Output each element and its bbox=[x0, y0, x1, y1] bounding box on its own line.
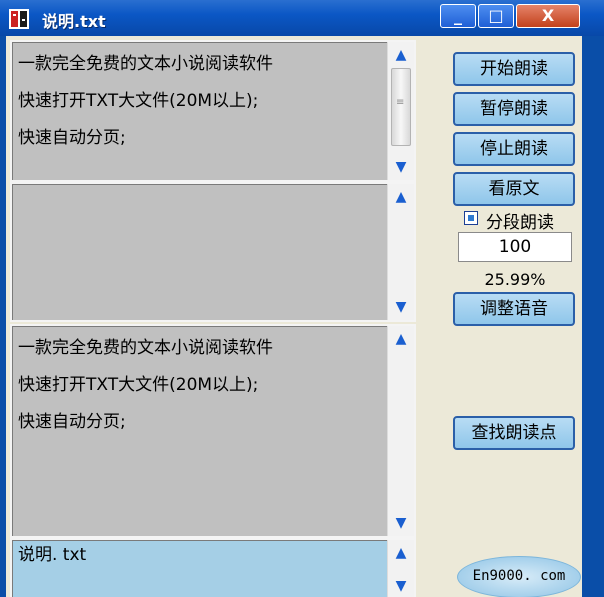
pane-3-scrollbar[interactable]: ▲ ▼ bbox=[387, 326, 414, 536]
find-reading-point-button[interactable]: 查找朗读点 bbox=[453, 416, 575, 450]
grip-icon: ≡ bbox=[396, 97, 405, 108]
pane-line: 快速自动分页; bbox=[18, 128, 126, 148]
pane-line: 快速打开TXT大文件(20M以上); bbox=[18, 91, 259, 111]
text-pane-1[interactable]: 一款完全免费的文本小说阅读软件 快速打开TXT大文件(20M以上); 快速自动分… bbox=[10, 40, 416, 182]
segment-read-label: 分段朗读 bbox=[486, 213, 554, 233]
pause-reading-button[interactable]: 暂停朗读 bbox=[453, 92, 575, 126]
check-mark-icon bbox=[468, 215, 474, 221]
pane-3-text: 一款完全免费的文本小说阅读软件 快速打开TXT大文件(20M以上); 快速自动分… bbox=[18, 330, 384, 441]
pane-1-text: 一款完全免费的文本小说阅读软件 快速打开TXT大文件(20M以上); 快速自动分… bbox=[18, 46, 384, 157]
adjust-voice-button[interactable]: 调整语音 bbox=[453, 292, 575, 326]
scroll-down-icon[interactable]: ▼ bbox=[388, 575, 414, 597]
pane-line: 一款完全免费的文本小说阅读软件 bbox=[18, 54, 273, 74]
title-bar[interactable]: 说明.txt _ □ X bbox=[0, 0, 604, 36]
scroll-down-icon[interactable]: ▼ bbox=[388, 156, 414, 178]
progress-percent: 25.99% bbox=[484, 270, 546, 289]
stop-reading-button[interactable]: 停止朗读 bbox=[453, 132, 575, 166]
pane-line: 快速打开TXT大文件(20M以上); bbox=[18, 375, 259, 395]
start-reading-button[interactable]: 开始朗读 bbox=[453, 52, 575, 86]
file-list-text: 说明. txt bbox=[18, 542, 384, 568]
text-pane-2[interactable]: ▲ ▼ bbox=[10, 182, 416, 322]
client-area: 一款完全免费的文本小说阅读软件 快速打开TXT大文件(20M以上); 快速自动分… bbox=[6, 36, 582, 597]
pane-line: 一款完全免费的文本小说阅读软件 bbox=[18, 338, 273, 358]
scroll-down-icon[interactable]: ▼ bbox=[388, 512, 414, 534]
scroll-up-icon[interactable]: ▲ bbox=[388, 44, 414, 66]
file-list-scrollbar[interactable]: ▲ ▼ bbox=[387, 540, 414, 597]
site-logo: En9000. com bbox=[457, 556, 581, 597]
main-window: 说明.txt _ □ X 一款完全免费的文本小说阅读软件 快速打开TXT大文件(… bbox=[0, 0, 604, 597]
scroll-up-icon[interactable]: ▲ bbox=[388, 186, 414, 208]
close-icon: X bbox=[541, 6, 555, 25]
pane-line: 快速自动分页; bbox=[18, 412, 126, 432]
close-button[interactable]: X bbox=[516, 4, 580, 28]
minimize-button[interactable]: _ bbox=[440, 4, 476, 28]
file-list-pane[interactable]: 说明. txt ▲ ▼ bbox=[10, 538, 416, 597]
view-original-button[interactable]: 看原文 bbox=[453, 172, 575, 206]
pane-2-scrollbar[interactable]: ▲ ▼ bbox=[387, 184, 414, 320]
scroll-thumb[interactable]: ≡ bbox=[391, 68, 411, 146]
window-title: 说明.txt bbox=[42, 12, 106, 31]
segment-count-input[interactable]: 100 bbox=[458, 232, 572, 262]
maximize-icon: □ bbox=[488, 6, 504, 25]
scroll-down-icon[interactable]: ▼ bbox=[388, 296, 414, 318]
minimize-icon: _ bbox=[454, 6, 462, 25]
scroll-up-icon[interactable]: ▲ bbox=[388, 328, 414, 350]
segment-read-checkbox[interactable] bbox=[464, 211, 478, 225]
app-icon bbox=[9, 9, 29, 29]
scroll-up-icon[interactable]: ▲ bbox=[388, 542, 414, 564]
pane-1-scrollbar[interactable]: ▲ ≡ ▼ bbox=[387, 42, 414, 180]
maximize-button[interactable]: □ bbox=[478, 4, 514, 28]
text-pane-3[interactable]: 一款完全免费的文本小说阅读软件 快速打开TXT大文件(20M以上); 快速自动分… bbox=[10, 324, 416, 538]
file-name[interactable]: 说明. txt bbox=[18, 542, 384, 568]
